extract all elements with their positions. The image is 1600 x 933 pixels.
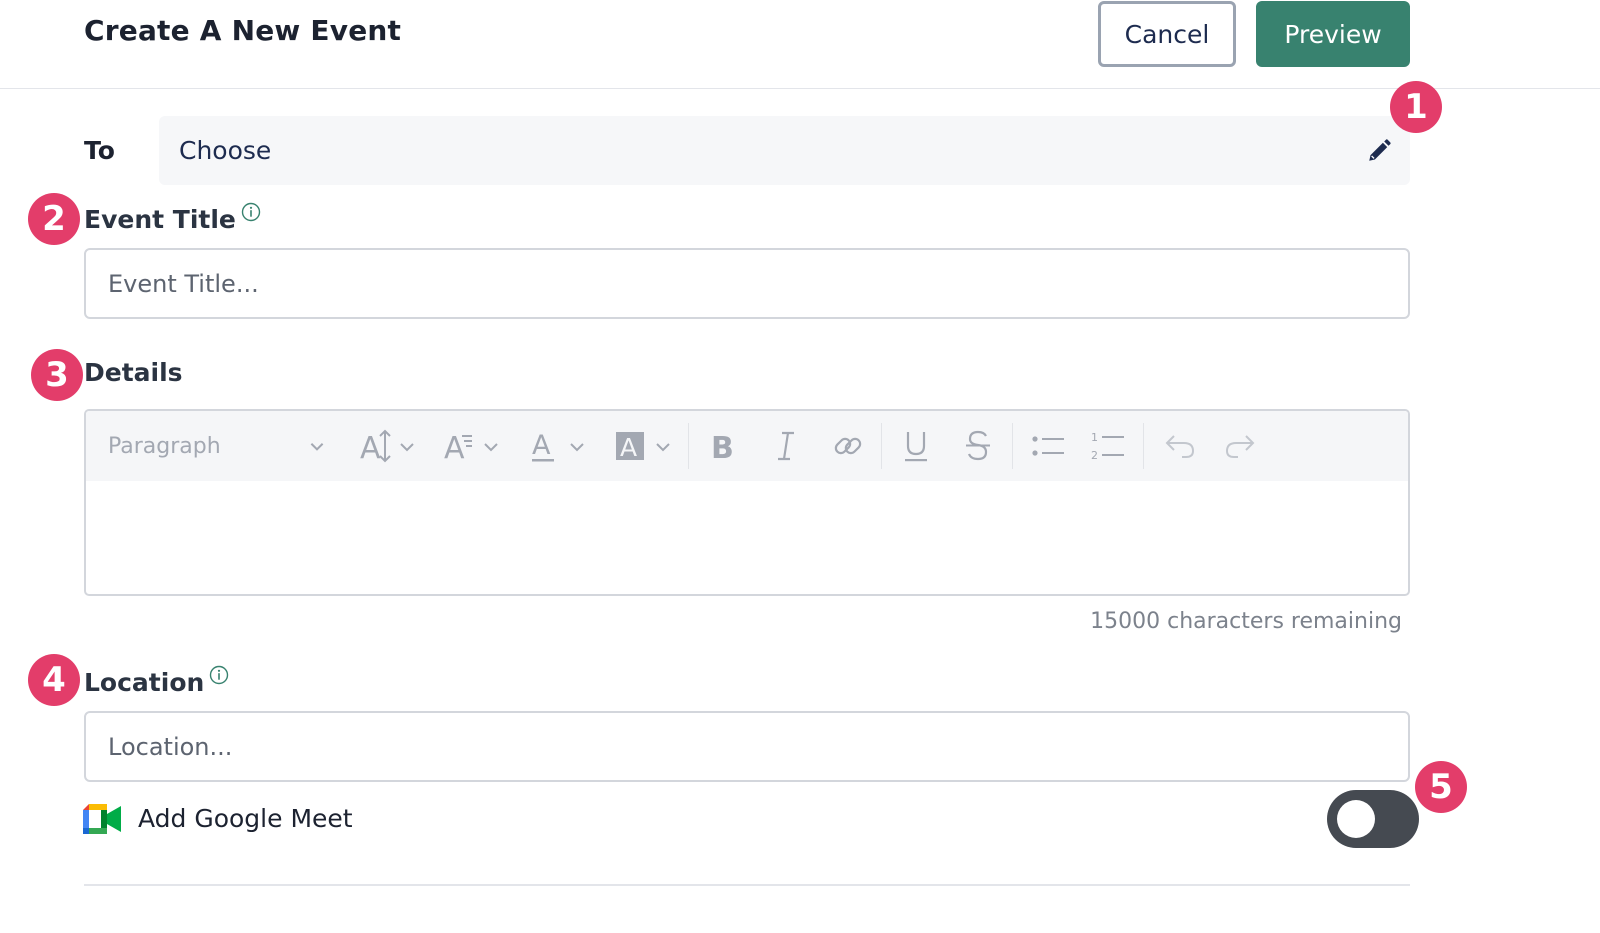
- chevron-down-icon: [310, 443, 324, 451]
- paragraph-style-select[interactable]: Paragraph: [108, 411, 328, 481]
- numbered-list-icon: 1 2: [1091, 431, 1124, 462]
- location-input[interactable]: [84, 711, 1410, 782]
- toolbar-separator: [1012, 423, 1013, 469]
- pencil-icon[interactable]: [1366, 138, 1392, 164]
- annotation-badge: 2: [28, 193, 80, 245]
- svg-text:A: A: [620, 433, 637, 462]
- undo-button[interactable]: [1156, 411, 1204, 481]
- location-label-text: Location: [84, 668, 205, 697]
- event-title-label-text: Event Title: [84, 205, 236, 234]
- paragraph-style-value: Paragraph: [108, 433, 221, 459]
- editor-toolbar: Paragraph A A A A B 1 2: [86, 411, 1408, 481]
- details-label-text: Details: [84, 358, 183, 387]
- google-meet-toggle[interactable]: [1327, 790, 1419, 848]
- font-family-icon: A: [444, 431, 498, 464]
- redo-icon: [1225, 435, 1255, 458]
- svg-text:A: A: [444, 431, 465, 464]
- bold-icon: B: [711, 431, 734, 464]
- svg-text:B: B: [711, 431, 734, 464]
- strikethrough-button[interactable]: [954, 411, 1002, 481]
- toolbar-separator: [881, 423, 882, 469]
- numbered-list-button[interactable]: 1 2: [1084, 411, 1132, 481]
- link-button[interactable]: [824, 411, 872, 481]
- chars-remaining-counter: 15000 characters remaining: [1090, 609, 1402, 634]
- font-color-button[interactable]: A: [522, 411, 594, 481]
- to-label: To: [84, 136, 115, 165]
- preview-button[interactable]: Preview: [1256, 1, 1410, 67]
- event-title-label: Event Title: [84, 202, 261, 234]
- recipient-picker[interactable]: Choose: [159, 116, 1410, 185]
- cancel-button[interactable]: Cancel: [1098, 1, 1236, 67]
- font-color-icon: A: [532, 430, 584, 462]
- toggle-knob: [1337, 800, 1375, 838]
- link-icon: [834, 437, 862, 455]
- annotation-badge: 3: [31, 349, 83, 401]
- toolbar-separator: [688, 423, 689, 469]
- font-size-button[interactable]: A: [352, 411, 424, 481]
- underline-icon: [905, 432, 927, 462]
- header-divider: [0, 88, 1600, 89]
- italic-icon: [778, 431, 794, 461]
- rich-text-editor: Paragraph A A A A B 1 2: [84, 409, 1410, 596]
- italic-button[interactable]: [762, 411, 810, 481]
- font-family-button[interactable]: A: [436, 411, 508, 481]
- details-label: Details: [84, 358, 183, 387]
- bulleted-list-icon: [1032, 436, 1064, 456]
- page-title: Create A New Event: [84, 14, 402, 47]
- google-meet-label: Add Google Meet: [138, 804, 353, 833]
- annotation-badge: 5: [1415, 761, 1467, 813]
- redo-button[interactable]: [1216, 411, 1264, 481]
- recipient-value: Choose: [179, 136, 272, 165]
- section-divider: [84, 884, 1410, 886]
- svg-text:A: A: [532, 430, 551, 461]
- svg-text:1: 1: [1091, 431, 1098, 444]
- annotation-badge: 4: [28, 654, 80, 706]
- font-size-icon: A: [360, 429, 414, 464]
- strikethrough-icon: [966, 430, 990, 461]
- event-title-input[interactable]: [84, 248, 1410, 319]
- info-icon[interactable]: [241, 199, 261, 222]
- bulleted-list-button[interactable]: [1024, 411, 1072, 481]
- highlight-color-icon: A: [616, 432, 670, 462]
- highlight-color-button[interactable]: A: [608, 411, 680, 481]
- toolbar-separator: [1143, 423, 1144, 469]
- svg-text:A: A: [360, 431, 381, 464]
- undo-icon: [1165, 435, 1195, 458]
- info-icon[interactable]: [209, 662, 229, 685]
- underline-button[interactable]: [892, 411, 940, 481]
- bold-button[interactable]: B: [700, 411, 748, 481]
- google-meet-logo-icon: [83, 804, 121, 834]
- location-label: Location: [84, 665, 229, 697]
- svg-text:2: 2: [1091, 449, 1098, 462]
- annotation-badge: 1: [1390, 81, 1442, 133]
- editor-content-area[interactable]: [86, 481, 1408, 594]
